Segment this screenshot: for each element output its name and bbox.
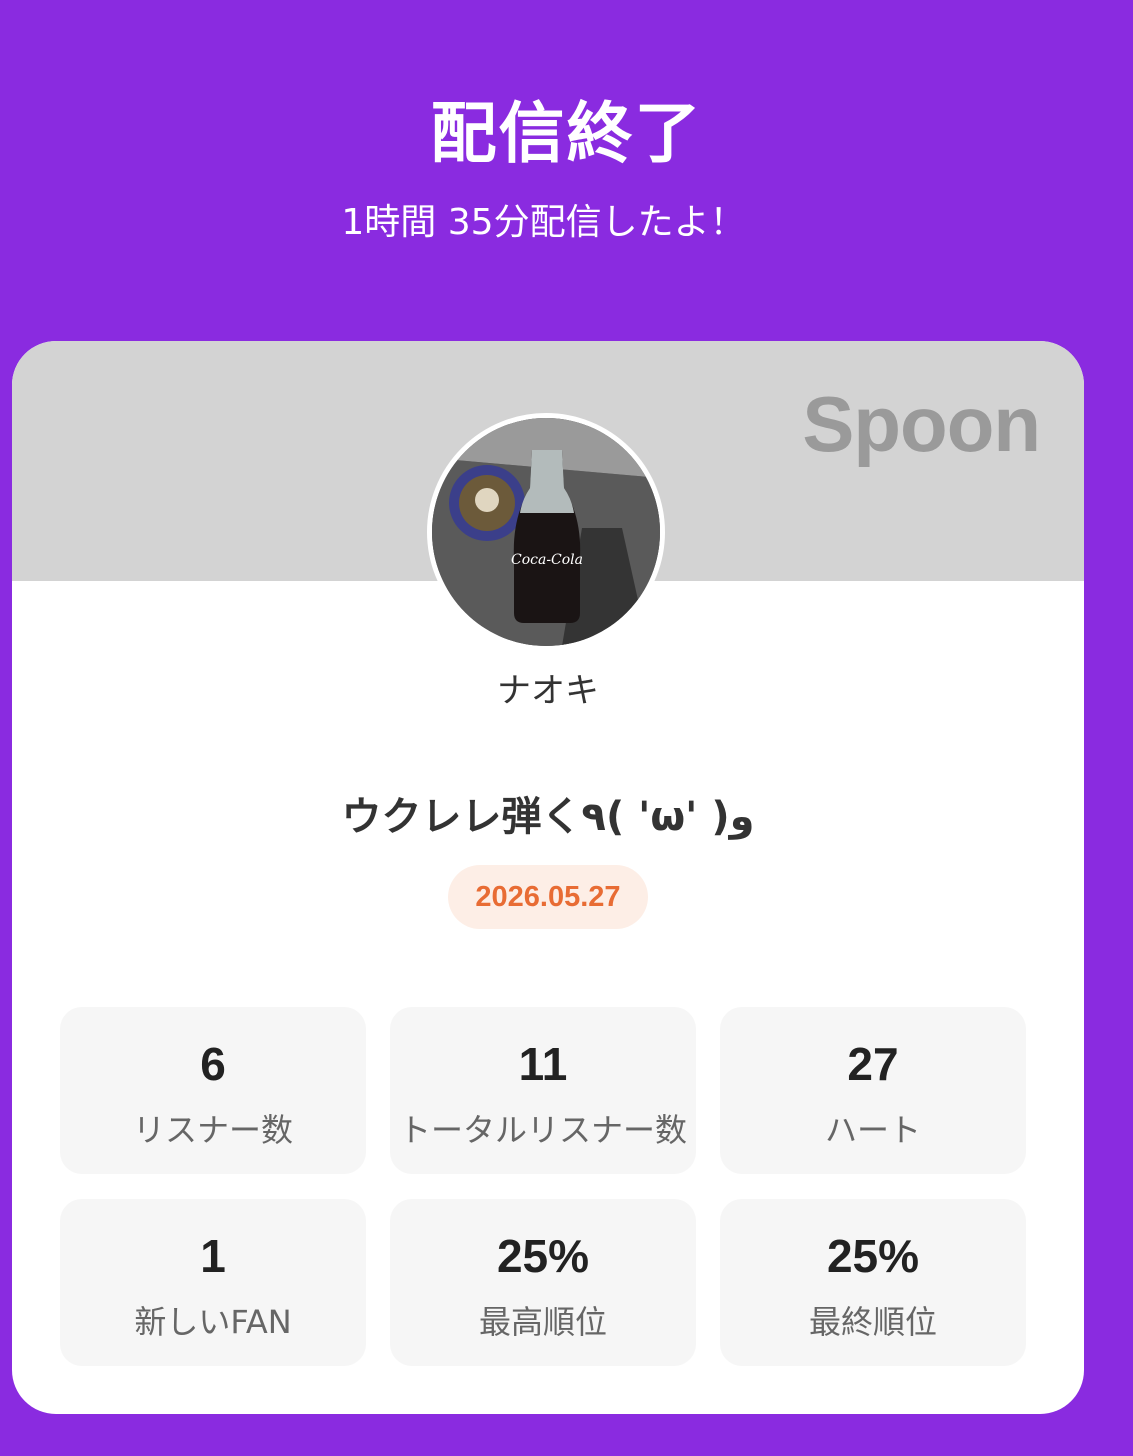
stat-label: トータルリスナー数 xyxy=(398,1111,687,1149)
stat-hearts: 27 ハート xyxy=(720,1007,1026,1174)
stat-value: 27 xyxy=(847,1038,899,1090)
broadcast-duration: 1時間 35分配信したよ！ xyxy=(341,202,746,243)
stat-listeners: 6 リスナー数 xyxy=(60,1007,366,1174)
stat-highest-rank: 25% 最高順位 xyxy=(390,1199,696,1366)
stat-value: 25% xyxy=(826,1230,920,1282)
stat-label: 最終順位 xyxy=(808,1303,937,1341)
svg-text:Coca-Cola: Coca-Cola xyxy=(511,552,583,568)
stat-new-fans: 1 新しいFAN xyxy=(60,1199,366,1366)
broadcast-title: ウクレレ弾く٩( 'ω' )و xyxy=(341,794,755,840)
stat-label: 新しいFAN xyxy=(134,1303,292,1341)
stat-value: 11 xyxy=(518,1038,568,1090)
stat-label: 最高順位 xyxy=(478,1303,607,1341)
page-title: 配信終了 xyxy=(430,95,703,172)
stat-value: 25% xyxy=(496,1230,590,1282)
brand-logo: Spoon xyxy=(802,380,1041,468)
avatar: Coca-Cola xyxy=(427,413,665,651)
username: ナオキ xyxy=(497,671,599,711)
broadcast-end-screen: 配信終了 1時間 35分配信したよ！ Spoon Coca-Cola ナオキ ウ… xyxy=(0,0,1133,1456)
date-badge: 2026.05.27 xyxy=(448,865,648,929)
stat-final-rank: 25% 最終順位 xyxy=(720,1199,1026,1366)
stat-label: リスナー数 xyxy=(132,1111,293,1149)
stat-total-listeners: 11 トータルリスナー数 xyxy=(390,1007,696,1174)
profile-photo-icon: Coca-Cola xyxy=(432,418,660,646)
stat-value: 1 xyxy=(200,1230,226,1282)
stat-label: ハート xyxy=(824,1111,921,1149)
broadcast-summary-card: Spoon Coca-Cola ナオキ ウクレレ弾く٩( 'ω')و 2026… xyxy=(12,341,1084,1414)
stat-value: 6 xyxy=(200,1038,226,1090)
